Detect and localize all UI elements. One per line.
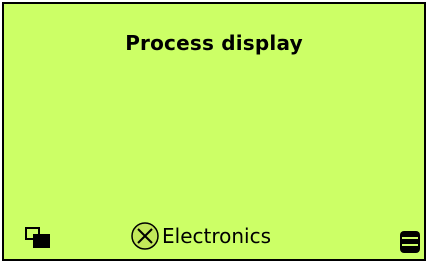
diagnostic-status[interactable]: Electronics	[130, 219, 271, 253]
error-x-icon	[131, 222, 159, 250]
page-title: Process display	[125, 31, 303, 55]
process-display-screen: Process display Electronics	[2, 2, 426, 261]
menu-icon[interactable]	[399, 230, 421, 254]
status-label: Electronics	[162, 224, 272, 248]
window-switch-icon[interactable]	[25, 227, 51, 249]
status-bar: Electronics	[4, 215, 424, 259]
